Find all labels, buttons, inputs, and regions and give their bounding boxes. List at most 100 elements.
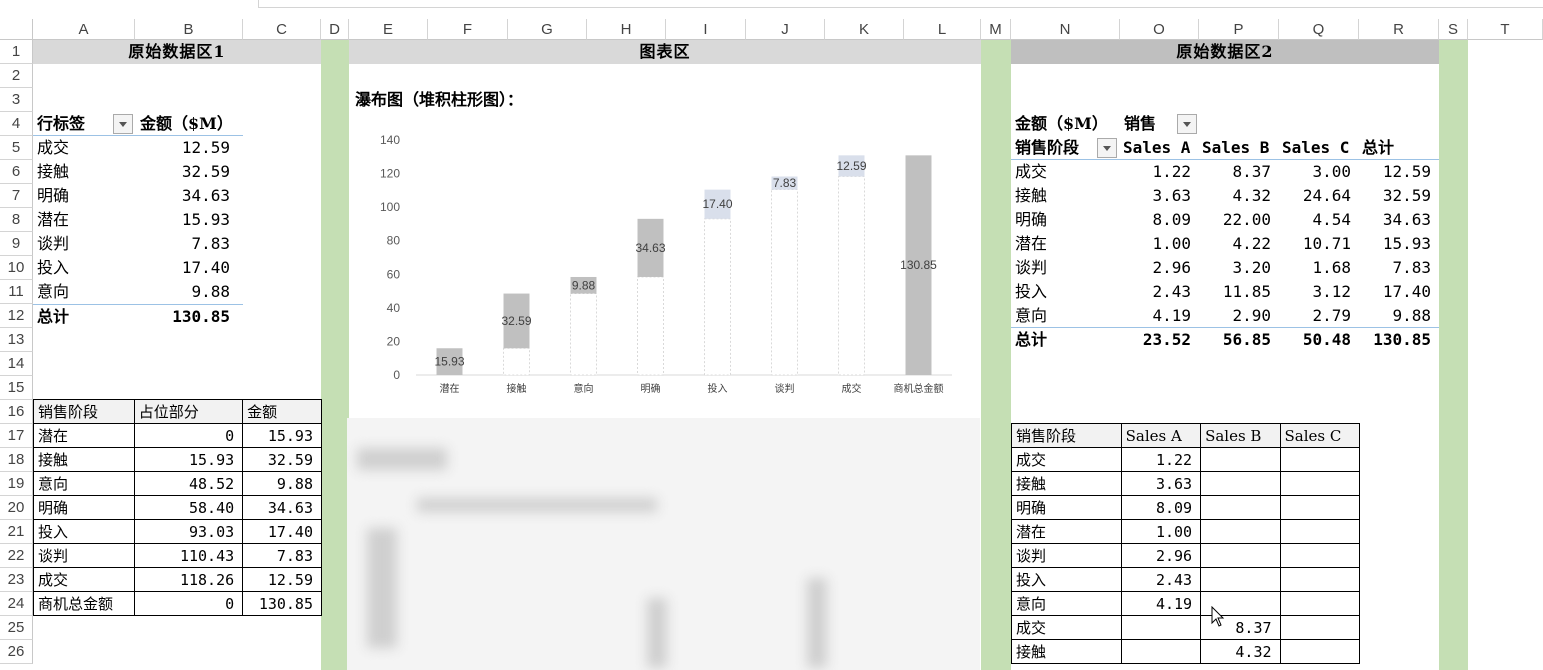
row-header-15[interactable]: 15 <box>0 376 33 400</box>
table2-cell[interactable] <box>1120 615 1202 640</box>
table1-cell[interactable]: 15.93 <box>133 447 244 472</box>
column-header-b[interactable]: B <box>135 19 243 40</box>
table2-cell[interactable] <box>1279 615 1361 640</box>
table2-cell[interactable]: 谈判 <box>1011 543 1122 568</box>
row-header-9[interactable]: 9 <box>0 232 33 256</box>
table2-cell[interactable]: 1.22 <box>1120 447 1202 472</box>
row-header-5[interactable]: 5 <box>0 136 33 160</box>
column-header-h[interactable]: H <box>587 19 666 40</box>
table2-cell[interactable]: 接触 <box>1011 639 1122 664</box>
table2-cell[interactable]: 意向 <box>1011 591 1122 616</box>
row-header-21[interactable]: 21 <box>0 520 33 544</box>
column-header-c[interactable]: C <box>243 19 321 40</box>
table2-cell[interactable] <box>1279 519 1361 544</box>
table2-cell[interactable]: 成交 <box>1011 447 1122 472</box>
row-header-26[interactable]: 26 <box>0 640 33 664</box>
row-header-14[interactable]: 14 <box>0 352 33 376</box>
table2-cell[interactable] <box>1200 471 1281 496</box>
row-header-18[interactable]: 18 <box>0 448 33 472</box>
table1-cell[interactable]: 谈判 <box>33 543 135 568</box>
pivot2-row-filter-dropdown[interactable] <box>1097 138 1117 158</box>
table2-cell[interactable] <box>1200 447 1281 472</box>
table1-cell[interactable]: 58.40 <box>133 495 244 520</box>
table2-cell[interactable]: 4.32 <box>1200 639 1281 664</box>
table2-cell[interactable]: 投入 <box>1011 567 1122 592</box>
row-header-8[interactable]: 8 <box>0 208 33 232</box>
table2-cell[interactable] <box>1279 567 1361 592</box>
pivot1-filter-dropdown[interactable] <box>113 114 133 134</box>
column-header-d[interactable]: D <box>321 19 349 40</box>
table2-cell[interactable] <box>1279 543 1361 568</box>
table2-cell[interactable]: 明确 <box>1011 495 1122 520</box>
column-header-r[interactable]: R <box>1359 19 1439 40</box>
table2-cell[interactable]: 成交 <box>1011 615 1122 640</box>
row-header-10[interactable]: 10 <box>0 256 33 280</box>
select-all-corner[interactable] <box>0 19 33 40</box>
table1-cell[interactable]: 118.26 <box>133 567 244 592</box>
row-header-20[interactable]: 20 <box>0 496 33 520</box>
row-header-3[interactable]: 3 <box>0 88 33 112</box>
column-header-o[interactable]: O <box>1120 19 1199 40</box>
table1-cell[interactable]: 17.40 <box>242 519 322 544</box>
row-header-16[interactable]: 16 <box>0 400 33 424</box>
table2-cell[interactable] <box>1120 639 1202 664</box>
column-header-g[interactable]: G <box>508 19 587 40</box>
table1-cell[interactable]: 明确 <box>33 495 135 520</box>
table1-cell[interactable]: 110.43 <box>133 543 244 568</box>
table1-cell[interactable]: 接触 <box>33 447 135 472</box>
table2-cell[interactable] <box>1279 591 1361 616</box>
table1-cell[interactable]: 潜在 <box>33 423 135 448</box>
table1-cell[interactable]: 32.59 <box>242 447 322 472</box>
table1-cell[interactable]: 34.63 <box>242 495 322 520</box>
table2-cell[interactable] <box>1200 543 1281 568</box>
table2-cell[interactable]: 3.63 <box>1120 471 1202 496</box>
column-header-q[interactable]: Q <box>1279 19 1359 40</box>
table1-cell[interactable]: 15.93 <box>242 423 322 448</box>
table2-cell[interactable]: 2.43 <box>1120 567 1202 592</box>
row-header-19[interactable]: 19 <box>0 472 33 496</box>
chart-area[interactable]: 瀑布图（堆积柱形图）： 0 20 40 60 80 100 120 140 15.93 潜在 32.… <box>349 64 981 417</box>
row-header-7[interactable]: 7 <box>0 184 33 208</box>
row-header-25[interactable]: 25 <box>0 616 33 640</box>
table2-cell[interactable]: 8.09 <box>1120 495 1202 520</box>
table2-header[interactable]: 销售阶段 <box>1011 423 1122 448</box>
row-header-13[interactable]: 13 <box>0 328 33 352</box>
table1-header[interactable]: 金额 <box>242 399 322 424</box>
table2-header[interactable]: Sales C <box>1279 423 1361 448</box>
row-header-11[interactable]: 11 <box>0 280 33 304</box>
column-header-t[interactable]: T <box>1468 19 1543 40</box>
table1-cell[interactable]: 0 <box>133 423 244 448</box>
column-header-e[interactable]: E <box>349 19 428 40</box>
table1-cell[interactable]: 48.52 <box>133 471 244 496</box>
table2-header[interactable]: Sales A <box>1120 423 1202 448</box>
table2-cell[interactable]: 2.96 <box>1120 543 1202 568</box>
table1-cell[interactable]: 93.03 <box>133 519 244 544</box>
row-header-2[interactable]: 2 <box>0 64 33 88</box>
column-header-k[interactable]: K <box>825 19 904 40</box>
table2-cell[interactable] <box>1279 447 1361 472</box>
column-header-j[interactable]: J <box>746 19 825 40</box>
table1-cell[interactable]: 12.59 <box>242 567 322 592</box>
table2-cell[interactable] <box>1279 639 1361 664</box>
table1-cell[interactable]: 意向 <box>33 471 135 496</box>
column-header-n[interactable]: N <box>1011 19 1120 40</box>
table2-cell[interactable]: 接触 <box>1011 471 1122 496</box>
column-header-a[interactable]: A <box>33 19 135 40</box>
table1-cell[interactable]: 130.85 <box>242 591 322 616</box>
table2-header[interactable]: Sales B <box>1200 423 1281 448</box>
table2-cell[interactable] <box>1200 519 1281 544</box>
table1-cell[interactable]: 7.83 <box>242 543 322 568</box>
table1-cell[interactable]: 商机总金额 <box>33 591 135 616</box>
column-header-l[interactable]: L <box>904 19 981 40</box>
table2-cell[interactable]: 1.00 <box>1120 519 1202 544</box>
column-header-i[interactable]: I <box>666 19 746 40</box>
row-header-22[interactable]: 22 <box>0 544 33 568</box>
table2-cell[interactable]: 4.19 <box>1120 591 1202 616</box>
table1-cell[interactable]: 0 <box>133 591 244 616</box>
column-header-f[interactable]: F <box>428 19 508 40</box>
table1-cell[interactable]: 成交 <box>33 567 135 592</box>
column-header-s[interactable]: S <box>1439 19 1468 40</box>
table2-cell[interactable] <box>1279 471 1361 496</box>
row-header-24[interactable]: 24 <box>0 592 33 616</box>
row-header-6[interactable]: 6 <box>0 160 33 184</box>
